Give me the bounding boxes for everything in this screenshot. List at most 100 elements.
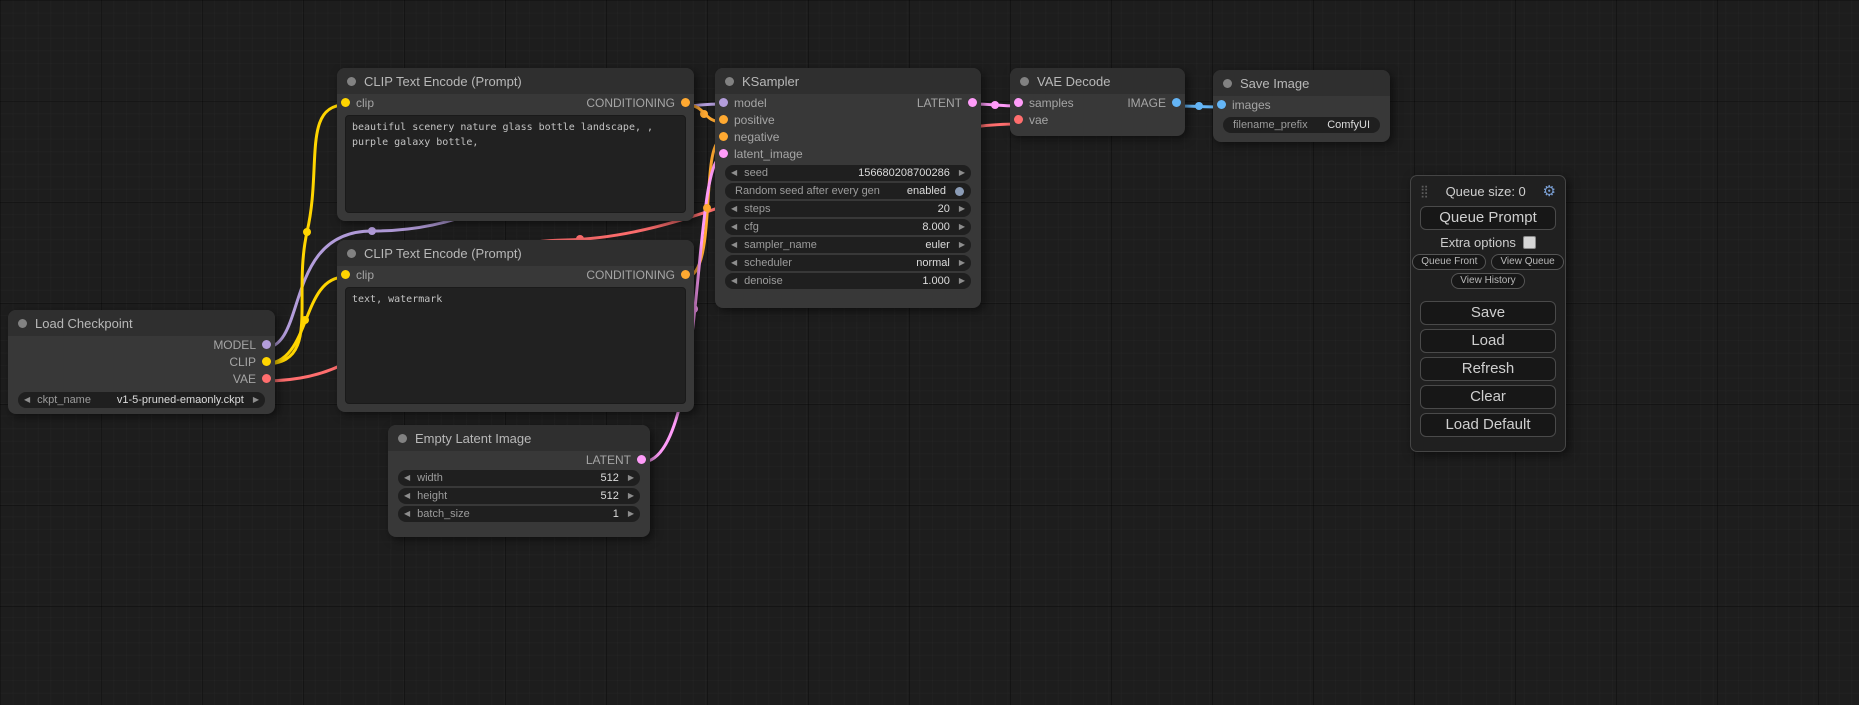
node-ksampler[interactable]: KSampler model LATENT positive negative … [715,68,981,308]
decrement-arrow-icon[interactable]: ◀ [24,396,30,404]
widget-width[interactable]: ◀ width 512 ▶ [398,470,640,486]
settings-gear-icon[interactable]: ⚙ [1543,182,1556,200]
widget-sampler-name[interactable]: ◀ sampler_name euler ▶ [725,237,971,253]
queue-prompt-button[interactable]: Queue Prompt [1420,206,1556,230]
node-title-bar[interactable]: CLIP Text Encode (Prompt) [337,240,694,266]
increment-arrow-icon[interactable]: ▶ [628,510,634,518]
widget-cfg[interactable]: ◀ cfg 8.000 ▶ [725,219,971,235]
output-slot-vae[interactable] [262,374,271,383]
output-slot-conditioning[interactable] [681,270,690,279]
output-slot-clip[interactable] [262,357,271,366]
widget-seed[interactable]: ◀ seed 156680208700286 ▶ [725,165,971,181]
increment-arrow-icon[interactable]: ▶ [959,241,965,249]
extra-options-checkbox[interactable] [1523,236,1536,249]
prompt-textarea[interactable]: beautiful scenery nature glass bottle la… [345,115,686,213]
increment-arrow-icon[interactable]: ▶ [628,492,634,500]
widget-value: 8.000 [922,221,950,233]
node-title-bar[interactable]: CLIP Text Encode (Prompt) [337,68,694,94]
load-button[interactable]: Load [1420,329,1556,353]
decrement-arrow-icon[interactable]: ◀ [731,169,737,177]
output-slot-conditioning[interactable] [681,98,690,107]
node-title-bar[interactable]: Save Image [1213,70,1390,96]
input-slot-positive[interactable] [719,115,728,124]
menu-drag-handle-icon[interactable]: ⣿ [1420,184,1429,198]
load-default-button[interactable]: Load Default [1420,413,1556,437]
increment-arrow-icon[interactable]: ▶ [253,396,259,404]
save-button[interactable]: Save [1420,301,1556,325]
collapse-dot-icon[interactable] [725,77,734,86]
increment-arrow-icon[interactable]: ▶ [959,169,965,177]
decrement-arrow-icon[interactable]: ◀ [731,223,737,231]
increment-arrow-icon[interactable]: ▶ [959,223,965,231]
node-clip-text-encode-positive[interactable]: CLIP Text Encode (Prompt) clip CONDITION… [337,68,694,221]
decrement-arrow-icon[interactable]: ◀ [404,492,410,500]
output-slot-image[interactable] [1172,98,1181,107]
decrement-arrow-icon[interactable]: ◀ [731,241,737,249]
collapse-dot-icon[interactable] [18,319,27,328]
node-title-label: CLIP Text Encode (Prompt) [364,74,522,89]
decrement-arrow-icon[interactable]: ◀ [731,277,737,285]
node-empty-latent-image[interactable]: Empty Latent Image LATENT ◀ width 512 ▶ … [388,425,650,537]
queue-front-button[interactable]: Queue Front [1412,254,1486,270]
node-title-bar[interactable]: KSampler [715,68,981,94]
widget-denoise[interactable]: ◀ denoise 1.000 ▶ [725,273,971,289]
refresh-button[interactable]: Refresh [1420,357,1556,381]
widget-steps[interactable]: ◀ steps 20 ▶ [725,201,971,217]
graph-canvas[interactable]: Load Checkpoint MODEL CLIP VAE ◀ ckpt_na… [0,0,1859,705]
decrement-arrow-icon[interactable]: ◀ [731,259,737,267]
collapse-dot-icon[interactable] [1223,79,1232,88]
collapse-dot-icon[interactable] [347,249,356,258]
node-title-bar[interactable]: Empty Latent Image [388,425,650,451]
node-title-label: Save Image [1240,76,1309,91]
output-slot-latent[interactable] [637,455,646,464]
link-midpoint-dot [700,110,708,118]
increment-arrow-icon[interactable]: ▶ [959,205,965,213]
widget-random-seed-toggle[interactable]: Random seed after every gen enabled [725,183,971,199]
input-slot-images[interactable] [1217,100,1226,109]
view-queue-button[interactable]: View Queue [1491,254,1563,270]
node-vae-decode[interactable]: VAE Decode samples IMAGE vae [1010,68,1185,136]
increment-arrow-icon[interactable]: ▶ [959,277,965,285]
toggle-indicator-icon[interactable] [955,187,964,196]
decrement-arrow-icon[interactable]: ◀ [404,474,410,482]
output-slot-model[interactable] [262,340,271,349]
widget-value: 512 [600,490,618,502]
increment-arrow-icon[interactable]: ▶ [959,259,965,267]
widget-scheduler[interactable]: ◀ scheduler normal ▶ [725,255,971,271]
widget-filename-prefix[interactable]: filename_prefix ComfyUI [1223,117,1380,133]
output-slot-latent[interactable] [968,98,977,107]
widget-height[interactable]: ◀ height 512 ▶ [398,488,640,504]
node-title-bar[interactable]: VAE Decode [1010,68,1185,94]
node-save-image[interactable]: Save Image images filename_prefix ComfyU… [1213,70,1390,142]
node-load-checkpoint[interactable]: Load Checkpoint MODEL CLIP VAE ◀ ckpt_na… [8,310,275,414]
output-label: LATENT [586,453,631,467]
view-history-button[interactable]: View History [1451,273,1524,289]
input-slot-negative[interactable] [719,132,728,141]
node-title-bar[interactable]: Load Checkpoint [8,310,275,336]
collapse-dot-icon[interactable] [398,434,407,443]
widget-name: height [417,490,447,502]
input-slot-samples[interactable] [1014,98,1023,107]
input-slot-clip[interactable] [341,98,350,107]
node-clip-text-encode-negative[interactable]: CLIP Text Encode (Prompt) clip CONDITION… [337,240,694,412]
widget-value: 1 [613,508,619,520]
input-slot-model[interactable] [719,98,728,107]
collapse-dot-icon[interactable] [1020,77,1029,86]
input-label: images [1232,98,1271,112]
input-slot-vae[interactable] [1014,115,1023,124]
collapse-dot-icon[interactable] [347,77,356,86]
queue-size-label: Queue size: 0 [1446,184,1526,199]
input-label: positive [734,113,775,127]
widget-value: enabled [907,185,946,197]
decrement-arrow-icon[interactable]: ◀ [731,205,737,213]
clear-button[interactable]: Clear [1420,385,1556,409]
input-slot-clip[interactable] [341,270,350,279]
increment-arrow-icon[interactable]: ▶ [628,474,634,482]
widget-ckpt-name[interactable]: ◀ ckpt_name v1-5-pruned-emaonly.ckpt ▶ [18,392,265,408]
input-label: latent_image [734,147,803,161]
decrement-arrow-icon[interactable]: ◀ [404,510,410,518]
widget-batch-size[interactable]: ◀ batch_size 1 ▶ [398,506,640,522]
input-label: negative [734,130,779,144]
input-slot-latent-image[interactable] [719,149,728,158]
prompt-textarea[interactable]: text, watermark [345,287,686,404]
